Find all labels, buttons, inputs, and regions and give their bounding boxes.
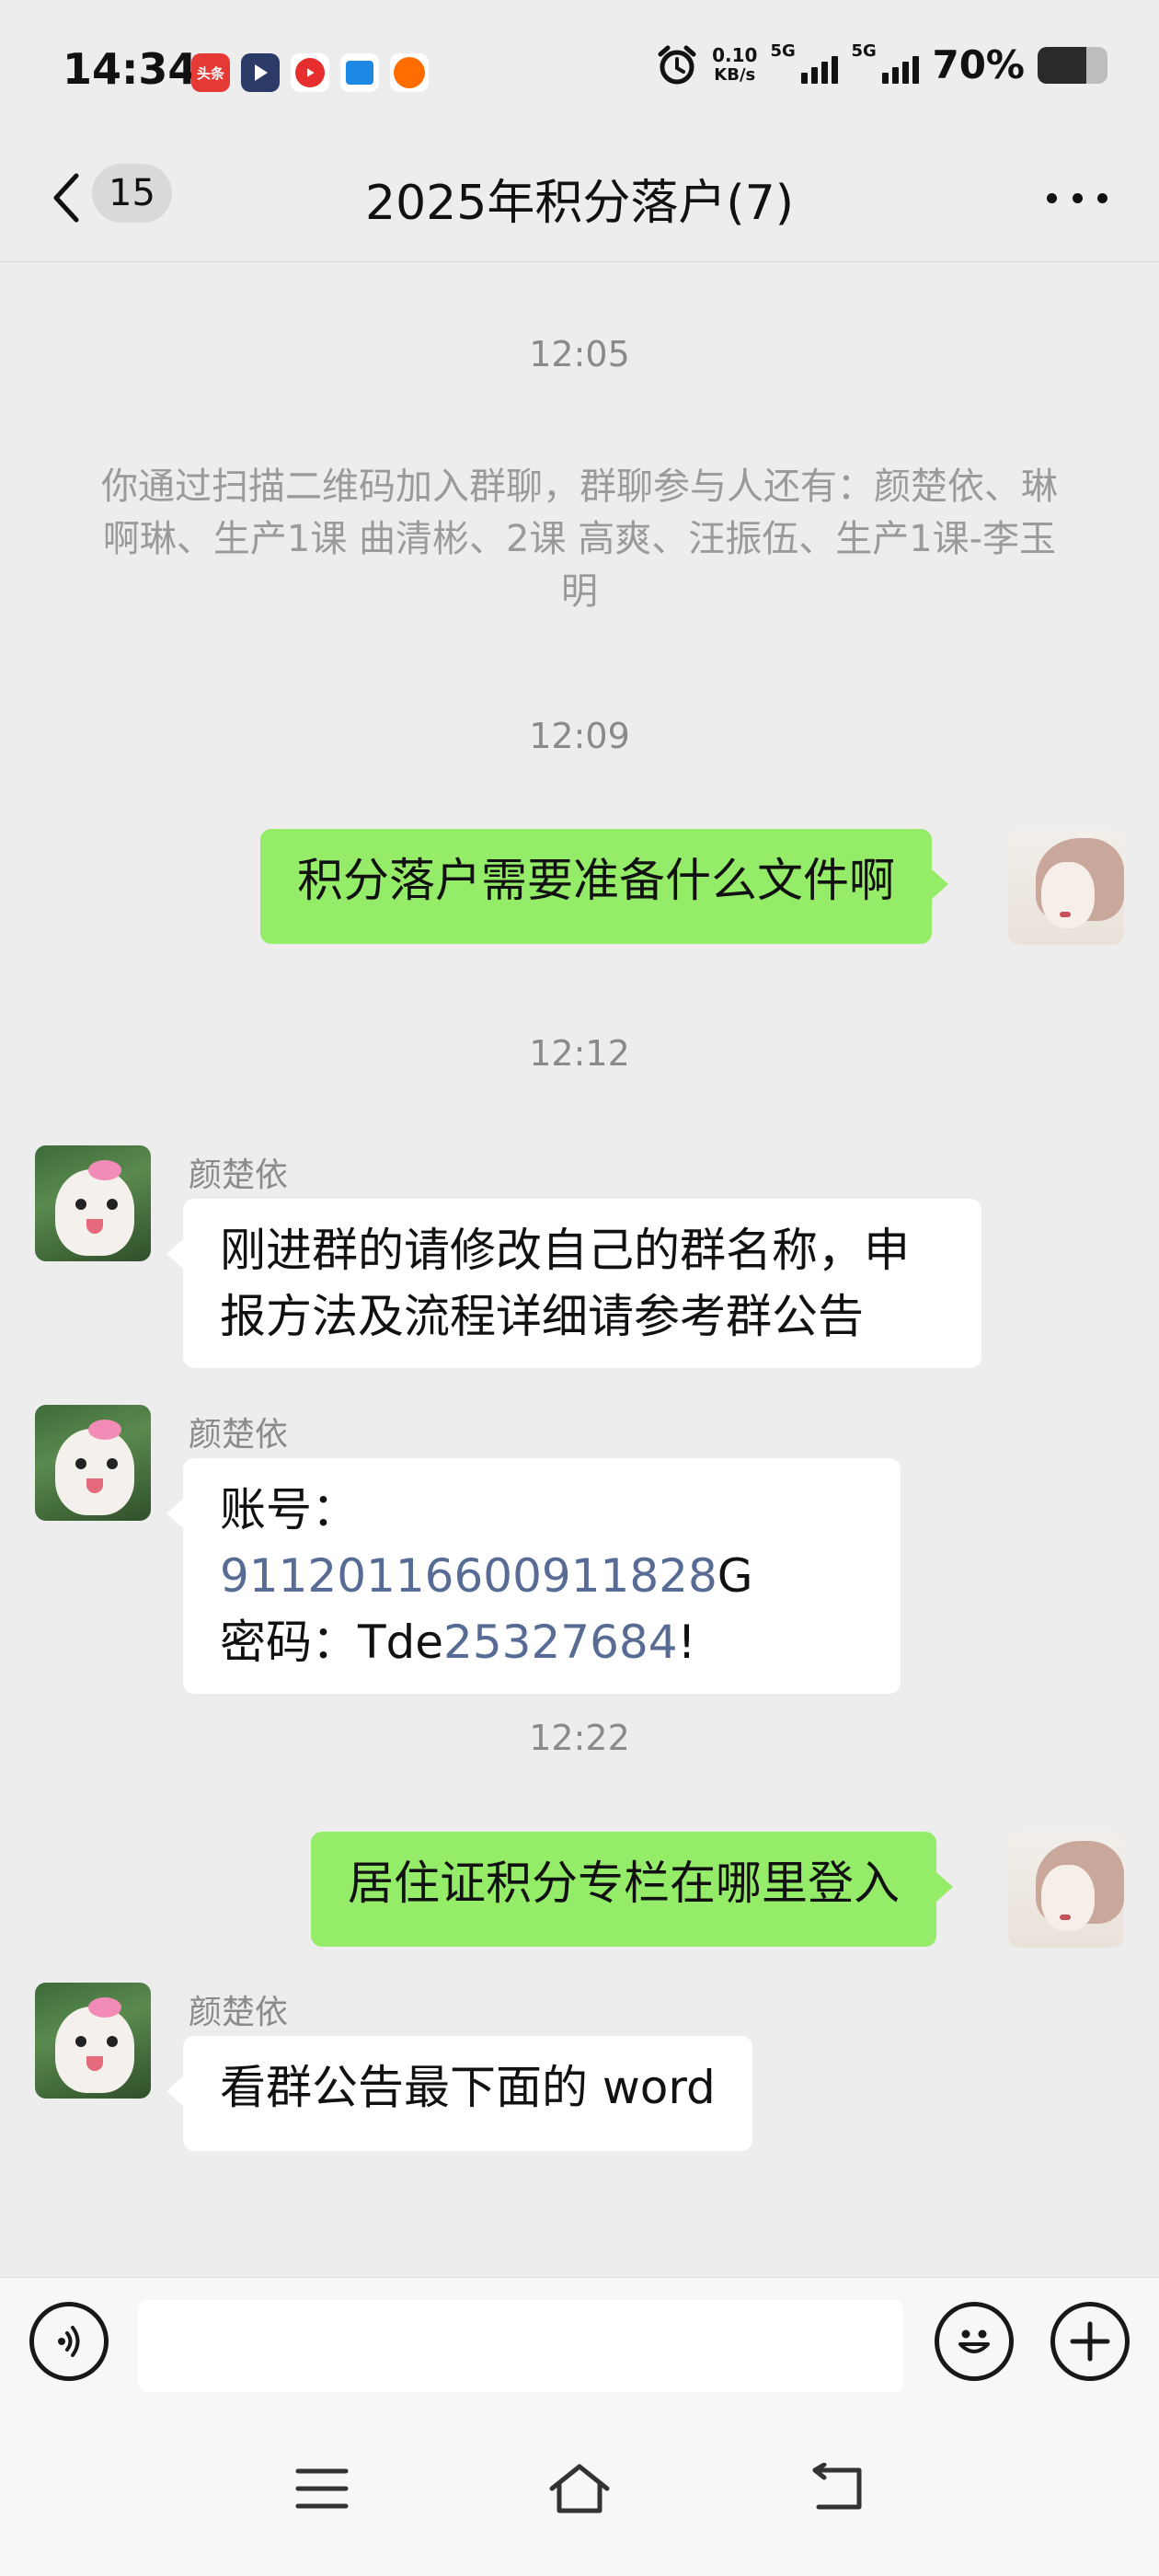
back-arrow-icon (812, 2463, 862, 2510)
video-app-icon (291, 53, 329, 92)
timestamp: 12:09 (529, 716, 630, 756)
sender-avatar[interactable] (35, 1145, 151, 1261)
voice-icon (58, 2326, 80, 2357)
system-navigation-bar (0, 2415, 1159, 2576)
sender-avatar[interactable] (35, 1983, 151, 2099)
sender-name: 颜楚依 (189, 1156, 289, 1194)
signal-icon-2: 5G (851, 41, 920, 84)
round-app-icon (390, 53, 429, 92)
phone-number-link[interactable]: 25327684 (443, 1616, 678, 1669)
sender-name: 颜楚依 (189, 1994, 289, 2031)
more-dots-icon (1047, 192, 1057, 203)
chat-header: 15 2025年积分落户(7) (0, 138, 1159, 262)
status-right: 0.10 KB/s 5G 5G 70% (655, 41, 1107, 87)
password-line: 密码：Tde25327684! (220, 1616, 696, 1669)
message-bubble-incoming[interactable]: 账号：91120116600911828G 密码：Tde25327684! (166, 1458, 901, 1694)
add-button[interactable] (1050, 2302, 1130, 2381)
timestamp: 12:12 (529, 1033, 630, 1074)
message-bubble-outgoing[interactable]: 居住证积分专栏在哪里登入 (311, 1832, 953, 1947)
my-avatar[interactable] (1008, 829, 1124, 945)
home-button[interactable] (534, 2452, 625, 2525)
status-app-icons: 头条 (191, 53, 429, 92)
sender-avatar[interactable] (35, 1405, 151, 1521)
timestamp: 12:05 (529, 334, 630, 374)
smiley-icon (958, 2329, 990, 2353)
account-line: 账号：91120116600911828G (220, 1483, 753, 1603)
page-title: 2025年积分落户(7) (365, 176, 794, 231)
plus-icon (1070, 2321, 1110, 2362)
battery-percent: 70% (932, 42, 1025, 87)
voice-button[interactable] (29, 2302, 109, 2381)
message-bubble-incoming[interactable]: 看群公告最下面的 word (166, 2036, 752, 2151)
menu-icon (295, 2468, 349, 2509)
phone-number-link[interactable]: 91120116600911828 (220, 1549, 717, 1603)
toutiao-icon: 头条 (191, 53, 230, 92)
status-time: 14:34 (63, 44, 198, 94)
recent-apps-button[interactable] (276, 2452, 368, 2525)
network-speed: 0.10 KB/s (712, 43, 758, 85)
message-bubble-incoming[interactable]: 刚进群的请修改自己的群名称，申 报方法及流程详细请参考群公告 (166, 1199, 981, 1368)
home-icon (549, 2464, 610, 2513)
square-app-icon (340, 53, 379, 92)
timestamp: 12:22 (529, 1718, 630, 1758)
message-bubble-outgoing[interactable]: 积分落户需要准备什么文件啊 (260, 829, 948, 944)
message-input[interactable] (138, 2300, 903, 2392)
battery-icon (1038, 46, 1107, 84)
system-message: 你通过扫描二维码加入群聊，群聊参与人还有：颜楚依、琳啊琳、生产1课 曲清彬、2课… (101, 466, 1058, 613)
more-button[interactable] (1047, 175, 1107, 221)
my-avatar[interactable] (1008, 1832, 1124, 1948)
system-back-button[interactable] (791, 2452, 883, 2525)
play-app-icon (241, 53, 280, 92)
signal-icon: 5G (770, 41, 839, 84)
emoji-button[interactable] (935, 2302, 1014, 2381)
chat-message-list[interactable]: 12:05 你通过扫描二维码加入群聊，群聊参与人还有：颜楚依、琳啊琳、生产1课 … (0, 262, 1159, 2277)
input-bar (0, 2277, 1159, 2415)
alarm-icon (658, 45, 696, 84)
status-bar: 14:34 头条 0.10 KB/s 5G 5G 70% (0, 0, 1159, 138)
sender-name: 颜楚依 (189, 1416, 289, 1454)
